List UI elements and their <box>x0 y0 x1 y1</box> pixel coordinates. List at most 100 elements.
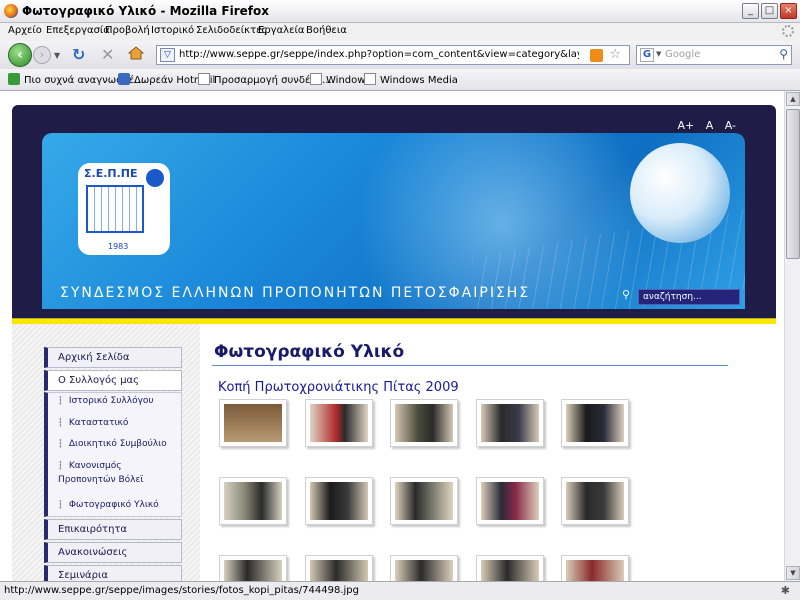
reload-button[interactable]: ↻ <box>72 45 85 64</box>
logo-net <box>86 185 144 233</box>
site-search-icon: ⚲ <box>622 288 631 301</box>
firefox-icon <box>4 4 18 18</box>
photo-thumbnail[interactable] <box>219 477 287 525</box>
engine-dropdown-icon[interactable]: ▼ <box>656 50 661 58</box>
home-icon <box>127 46 145 60</box>
menu-history[interactable]: Ιστορικό <box>151 25 194 36</box>
navigation-toolbar: ‹ › ▼ ↻ ✕ ▽ http://www.seppe.gr/seppe/in… <box>0 41 800 69</box>
vertical-scrollbar[interactable]: ▲ ▼ <box>784 91 800 581</box>
google-engine-icon[interactable]: G <box>640 48 654 62</box>
menu-bookmarks[interactable]: Σελιδοδείκτες <box>196 25 267 36</box>
font-size-controls: A+ A A- <box>669 119 736 132</box>
photo-thumbnail[interactable] <box>305 477 373 525</box>
forward-button[interactable]: › <box>33 46 51 64</box>
menu-view[interactable]: Προβολή <box>105 25 150 36</box>
page-icon <box>198 73 210 85</box>
photo-thumbnail[interactable] <box>561 555 629 581</box>
font-reset-button[interactable]: A <box>706 119 714 132</box>
bookmark-windows[interactable]: Windows <box>310 73 371 86</box>
photo-thumbnail[interactable] <box>390 399 458 447</box>
photo-thumbnail[interactable] <box>305 555 373 581</box>
menu-file[interactable]: Αρχείο <box>8 25 42 36</box>
home-button[interactable] <box>127 46 145 60</box>
throbber-icon <box>782 25 794 37</box>
add-on-icon[interactable]: ✱ <box>781 584 790 597</box>
site-logo[interactable]: Σ.Ε.Π.ΠΕ 1983 <box>78 163 170 255</box>
bookmark-label: Windows Media <box>380 75 458 86</box>
organization-name: ΣΥΝΔΕΣΜΟΣ ΕΛΛΗΝΩΝ ΠΡΟΠΟΝΗΤΩΝ ΠΕΤΟΣΦΑΙΡΙΣ… <box>60 285 531 301</box>
photo-image <box>481 404 539 442</box>
logo-ball <box>146 169 164 187</box>
window-titlebar: Φωτογραφικό Υλικό - Mozilla Firefox _ □ … <box>0 0 800 23</box>
search-input[interactable]: Google <box>665 49 700 60</box>
photo-thumbnail[interactable] <box>219 399 287 447</box>
bookmark-windows-media[interactable]: Windows Media <box>364 73 458 86</box>
photo-thumbnail[interactable] <box>476 555 544 581</box>
photo-image <box>481 560 539 581</box>
photo-thumbnail[interactable] <box>561 477 629 525</box>
font-decrease-button[interactable]: A- <box>725 119 736 132</box>
window-title: Φωτογραφικό Υλικό - Mozilla Firefox <box>22 4 269 18</box>
status-text: http://www.seppe.gr/seppe/images/stories… <box>4 585 359 596</box>
menu-tools[interactable]: Εργαλεία <box>258 25 304 36</box>
photo-image <box>224 404 282 442</box>
back-button[interactable]: ‹ <box>8 43 32 67</box>
scroll-thumb[interactable] <box>786 109 800 259</box>
photo-image <box>566 482 624 520</box>
photo-thumbnail[interactable] <box>305 399 373 447</box>
site-banner: Σ.Ε.Π.ΠΕ 1983 ΣΥΝΔΕΣΜΟΣ ΕΛΛΗΝΩΝ ΠΡΟΠΟΝΗΤ… <box>42 133 745 309</box>
url-bar[interactable]: ▽ http://www.seppe.gr/seppe/index.php?op… <box>156 45 630 65</box>
photo-image <box>224 482 282 520</box>
minimize-button[interactable]: _ <box>742 3 759 19</box>
submenu-regulations[interactable]: Κανονισμός Προπονητών Βόλεϊ <box>58 459 178 487</box>
gallery-title: Κοπή Πρωτοχρονιάτικης Πίτας 2009 <box>218 380 459 395</box>
photo-thumbnail[interactable] <box>476 477 544 525</box>
menu-home[interactable]: Αρχική Σελίδα <box>44 347 182 368</box>
photo-thumbnail[interactable] <box>390 477 458 525</box>
photo-thumbnail[interactable] <box>561 399 629 447</box>
photo-thumbnail[interactable] <box>390 555 458 581</box>
history-dropdown-icon[interactable]: ▼ <box>54 51 60 60</box>
close-button[interactable]: × <box>780 3 797 19</box>
logo-year: 1983 <box>108 242 129 251</box>
page-viewport: A+ A A- Σ.Ε.Π.ΠΕ 1983 ΣΥΝΔΕΣΜΟΣ ΕΛΛΗΝΩΝ … <box>0 91 784 581</box>
menu-help[interactable]: Βοήθεια <box>306 25 347 36</box>
search-box[interactable]: G ▼ Google ⚲ <box>636 45 792 65</box>
menu-announcements[interactable]: Ανακοινώσεις <box>44 542 182 563</box>
bookmarks-toolbar: Πιο συχνά αναγνωσμέ... Δωρεάν Hotmail Πρ… <box>0 69 800 91</box>
menu-edit[interactable]: Επεξεργασία <box>46 25 110 36</box>
submenu-statute[interactable]: Καταστατικό <box>58 416 178 430</box>
page-title: Φωτογραφικό Υλικό <box>214 342 405 362</box>
maximize-button[interactable]: □ <box>761 3 778 19</box>
photo-image <box>395 404 453 442</box>
bookmark-star-icon[interactable]: ☆ <box>609 47 621 62</box>
menu-our-club[interactable]: Ο Συλλογός μας <box>44 370 182 391</box>
photo-image <box>566 560 624 581</box>
search-icon[interactable]: ⚲ <box>779 47 788 61</box>
photo-thumbnail[interactable] <box>219 555 287 581</box>
page-icon <box>310 73 322 85</box>
logo-text: Σ.Ε.Π.ΠΕ <box>84 167 138 180</box>
scroll-down-button[interactable]: ▼ <box>786 566 800 580</box>
photo-thumbnail[interactable] <box>476 399 544 447</box>
most-visited-icon <box>8 73 20 85</box>
msn-icon <box>118 73 130 85</box>
menu-news[interactable]: Επικαιρότητα <box>44 519 182 540</box>
rss-feed-icon[interactable] <box>590 49 603 62</box>
page-icon <box>364 73 376 85</box>
submenu-history[interactable]: Ιστορικό Συλλόγου <box>58 394 178 408</box>
stop-button[interactable]: ✕ <box>101 45 114 64</box>
title-underline <box>212 365 728 366</box>
scroll-up-button[interactable]: ▲ <box>786 92 800 106</box>
submenu-photos[interactable]: Φωτογραφικό Υλικό <box>58 498 178 512</box>
site-identity-icon[interactable]: ▽ <box>160 48 175 62</box>
status-bar: http://www.seppe.gr/seppe/images/stories… <box>0 581 800 600</box>
photo-image <box>566 404 624 442</box>
url-text[interactable]: http://www.seppe.gr/seppe/index.php?opti… <box>179 49 579 60</box>
site-search-input[interactable]: αναζήτηση... <box>638 289 740 305</box>
submenu-board[interactable]: Διοικητικό Συμβούλιο <box>58 437 178 451</box>
menu-seminars[interactable]: Σεμινάρια <box>44 565 182 581</box>
font-increase-button[interactable]: A+ <box>677 119 694 132</box>
volleyball-icon <box>630 143 730 243</box>
photo-image <box>310 560 368 581</box>
